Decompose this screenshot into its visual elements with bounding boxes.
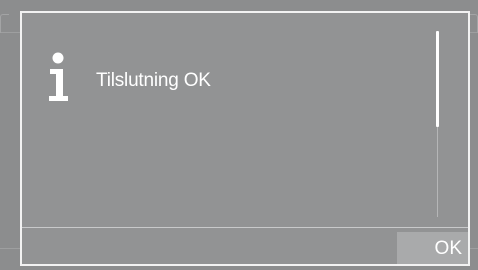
status-message: Tilslutning OK (96, 70, 211, 91)
scrollbar-thumb[interactable] (436, 31, 439, 127)
background-frame-right (469, 14, 478, 33)
info-dialog: Tilslutning OK OK (20, 11, 470, 266)
device-screen: Tilslutning OK OK (0, 0, 478, 270)
ok-button[interactable]: OK (397, 232, 468, 264)
background-frame-left (0, 14, 9, 33)
info-icon (49, 52, 68, 101)
button-bar-divider (22, 227, 468, 228)
